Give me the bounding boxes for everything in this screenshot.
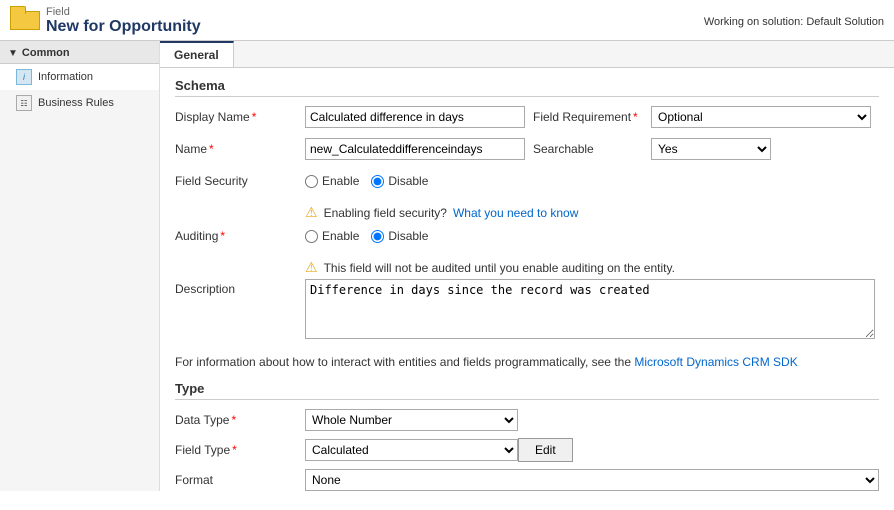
format-label: Format [175, 473, 305, 487]
searchable-group: Searchable Yes No [533, 138, 894, 160]
format-row: Format None Duration Time Zone Language [175, 468, 879, 491]
rules-icon-shape: ☷ [16, 95, 32, 111]
info-text-before: For information about how to interact wi… [175, 355, 631, 369]
field-requirement-select[interactable]: Optional Business Recommended Business R… [651, 106, 871, 128]
auditing-enable[interactable]: Enable [305, 229, 359, 243]
main-content: General Schema Display Name* Field Requi… [160, 41, 894, 491]
information-icon: i [16, 69, 32, 85]
edit-button[interactable]: Edit [518, 438, 573, 462]
description-field: Difference in days since the record was … [305, 279, 879, 339]
display-name-row: Display Name* Field Requirement* Optiona… [175, 105, 879, 129]
header-small-title: Field [46, 6, 201, 18]
display-name-required: * [252, 110, 257, 124]
warning-link[interactable]: What you need to know [453, 206, 578, 220]
description-row: Description Difference in days since the… [175, 279, 879, 339]
schema-section-title: Schema [175, 78, 879, 97]
sidebar: ▼ Common i Information ☷ Business Rules [0, 41, 160, 491]
name-row: Name* Searchable Yes No [175, 137, 879, 161]
auditing-label: Auditing* [175, 229, 305, 243]
warning-icon: ⚠ [305, 204, 318, 221]
sidebar-item-information-label: Information [38, 71, 93, 83]
field-security-enable-radio[interactable] [305, 175, 318, 188]
sidebar-section-label: Common [22, 47, 70, 59]
main-layout: ▼ Common i Information ☷ Business Rules … [0, 41, 894, 491]
data-type-label: Data Type* [175, 413, 305, 427]
type-section-title: Type [175, 381, 879, 400]
crm-sdk-link[interactable]: Microsoft Dynamics CRM SDK [634, 355, 797, 369]
field-security-warning-row: ⚠ Enabling field security? What you need… [175, 201, 879, 224]
collapse-arrow-icon: ▼ [8, 48, 18, 59]
field-type-row: Field Type* Simple Calculated Rollup Edi… [175, 438, 879, 462]
field-security-row: Field Security Enable Disable [175, 169, 879, 193]
warning-text: Enabling field security? [324, 206, 447, 220]
auditing-disable-radio[interactable] [371, 230, 384, 243]
field-security-disable-radio[interactable] [371, 175, 384, 188]
display-name-field: Field Requirement* Optional Business Rec… [305, 106, 894, 128]
auditing-disable[interactable]: Disable [371, 229, 428, 243]
display-name-input[interactable] [305, 106, 525, 128]
info-icon-shape: i [16, 69, 32, 85]
data-type-row: Data Type* Whole Number Single Line of T… [175, 408, 879, 432]
sidebar-section-common: ▼ Common [0, 41, 159, 64]
field-type-label: Field Type* [175, 443, 305, 457]
folder-icon [10, 6, 38, 28]
header-titles: Field New for Opportunity [46, 6, 201, 36]
field-security-disable-label: Disable [388, 174, 428, 188]
working-on-label: Working on solution: Default Solution [704, 6, 884, 28]
page-header: Field New for Opportunity Working on sol… [0, 0, 894, 41]
auditing-disable-label: Disable [388, 229, 428, 243]
auditing-warning-row: ⚠ This field will not be audited until y… [175, 256, 879, 279]
sidebar-item-information[interactable]: i Information [0, 64, 159, 90]
name-label: Name* [175, 142, 305, 156]
sidebar-item-business-rules[interactable]: ☷ Business Rules [0, 90, 159, 116]
data-type-select[interactable]: Whole Number Single Line of Text Decimal… [305, 409, 518, 431]
format-select[interactable]: None Duration Time Zone Language [305, 469, 879, 491]
auditing-warning-text: This field will not be audited until you… [324, 261, 675, 275]
page-title: New for Opportunity [46, 18, 201, 36]
auditing-row: Auditing* Enable Disable [175, 224, 879, 248]
searchable-label: Searchable [533, 142, 643, 156]
field-security-radio-group: Enable Disable [305, 174, 428, 188]
type-section: Type Data Type* Whole Number Single Line… [175, 381, 879, 491]
searchable-select[interactable]: Yes No [651, 138, 771, 160]
field-security-field: Enable Disable [305, 174, 879, 188]
auditing-enable-radio[interactable] [305, 230, 318, 243]
content-area: Schema Display Name* Field Requirement* … [160, 68, 894, 491]
business-rules-icon: ☷ [16, 95, 32, 111]
tab-bar: General [160, 41, 894, 68]
field-type-select[interactable]: Simple Calculated Rollup [305, 439, 518, 461]
auditing-field: Enable Disable [305, 229, 879, 243]
description-label: Description [175, 282, 305, 296]
tab-general[interactable]: General [160, 41, 234, 67]
field-requirement-label: Field Requirement* [533, 110, 643, 124]
name-field: Searchable Yes No [305, 138, 894, 160]
header-left: Field New for Opportunity [10, 6, 201, 36]
info-row: For information about how to interact wi… [175, 347, 879, 377]
field-security-enable-label: Enable [322, 174, 359, 188]
field-requirement-group: Field Requirement* Optional Business Rec… [533, 106, 894, 128]
auditing-radio-group: Enable Disable [305, 229, 428, 243]
sidebar-item-business-rules-label: Business Rules [38, 97, 114, 109]
auditing-enable-label: Enable [322, 229, 359, 243]
auditing-warning-icon: ⚠ [305, 259, 318, 276]
name-input[interactable] [305, 138, 525, 160]
header-icon-wrap [10, 6, 38, 28]
field-security-enable[interactable]: Enable [305, 174, 359, 188]
description-textarea[interactable]: Difference in days since the record was … [305, 279, 875, 339]
field-security-disable[interactable]: Disable [371, 174, 428, 188]
display-name-label: Display Name* [175, 110, 305, 124]
field-security-label: Field Security [175, 174, 305, 188]
